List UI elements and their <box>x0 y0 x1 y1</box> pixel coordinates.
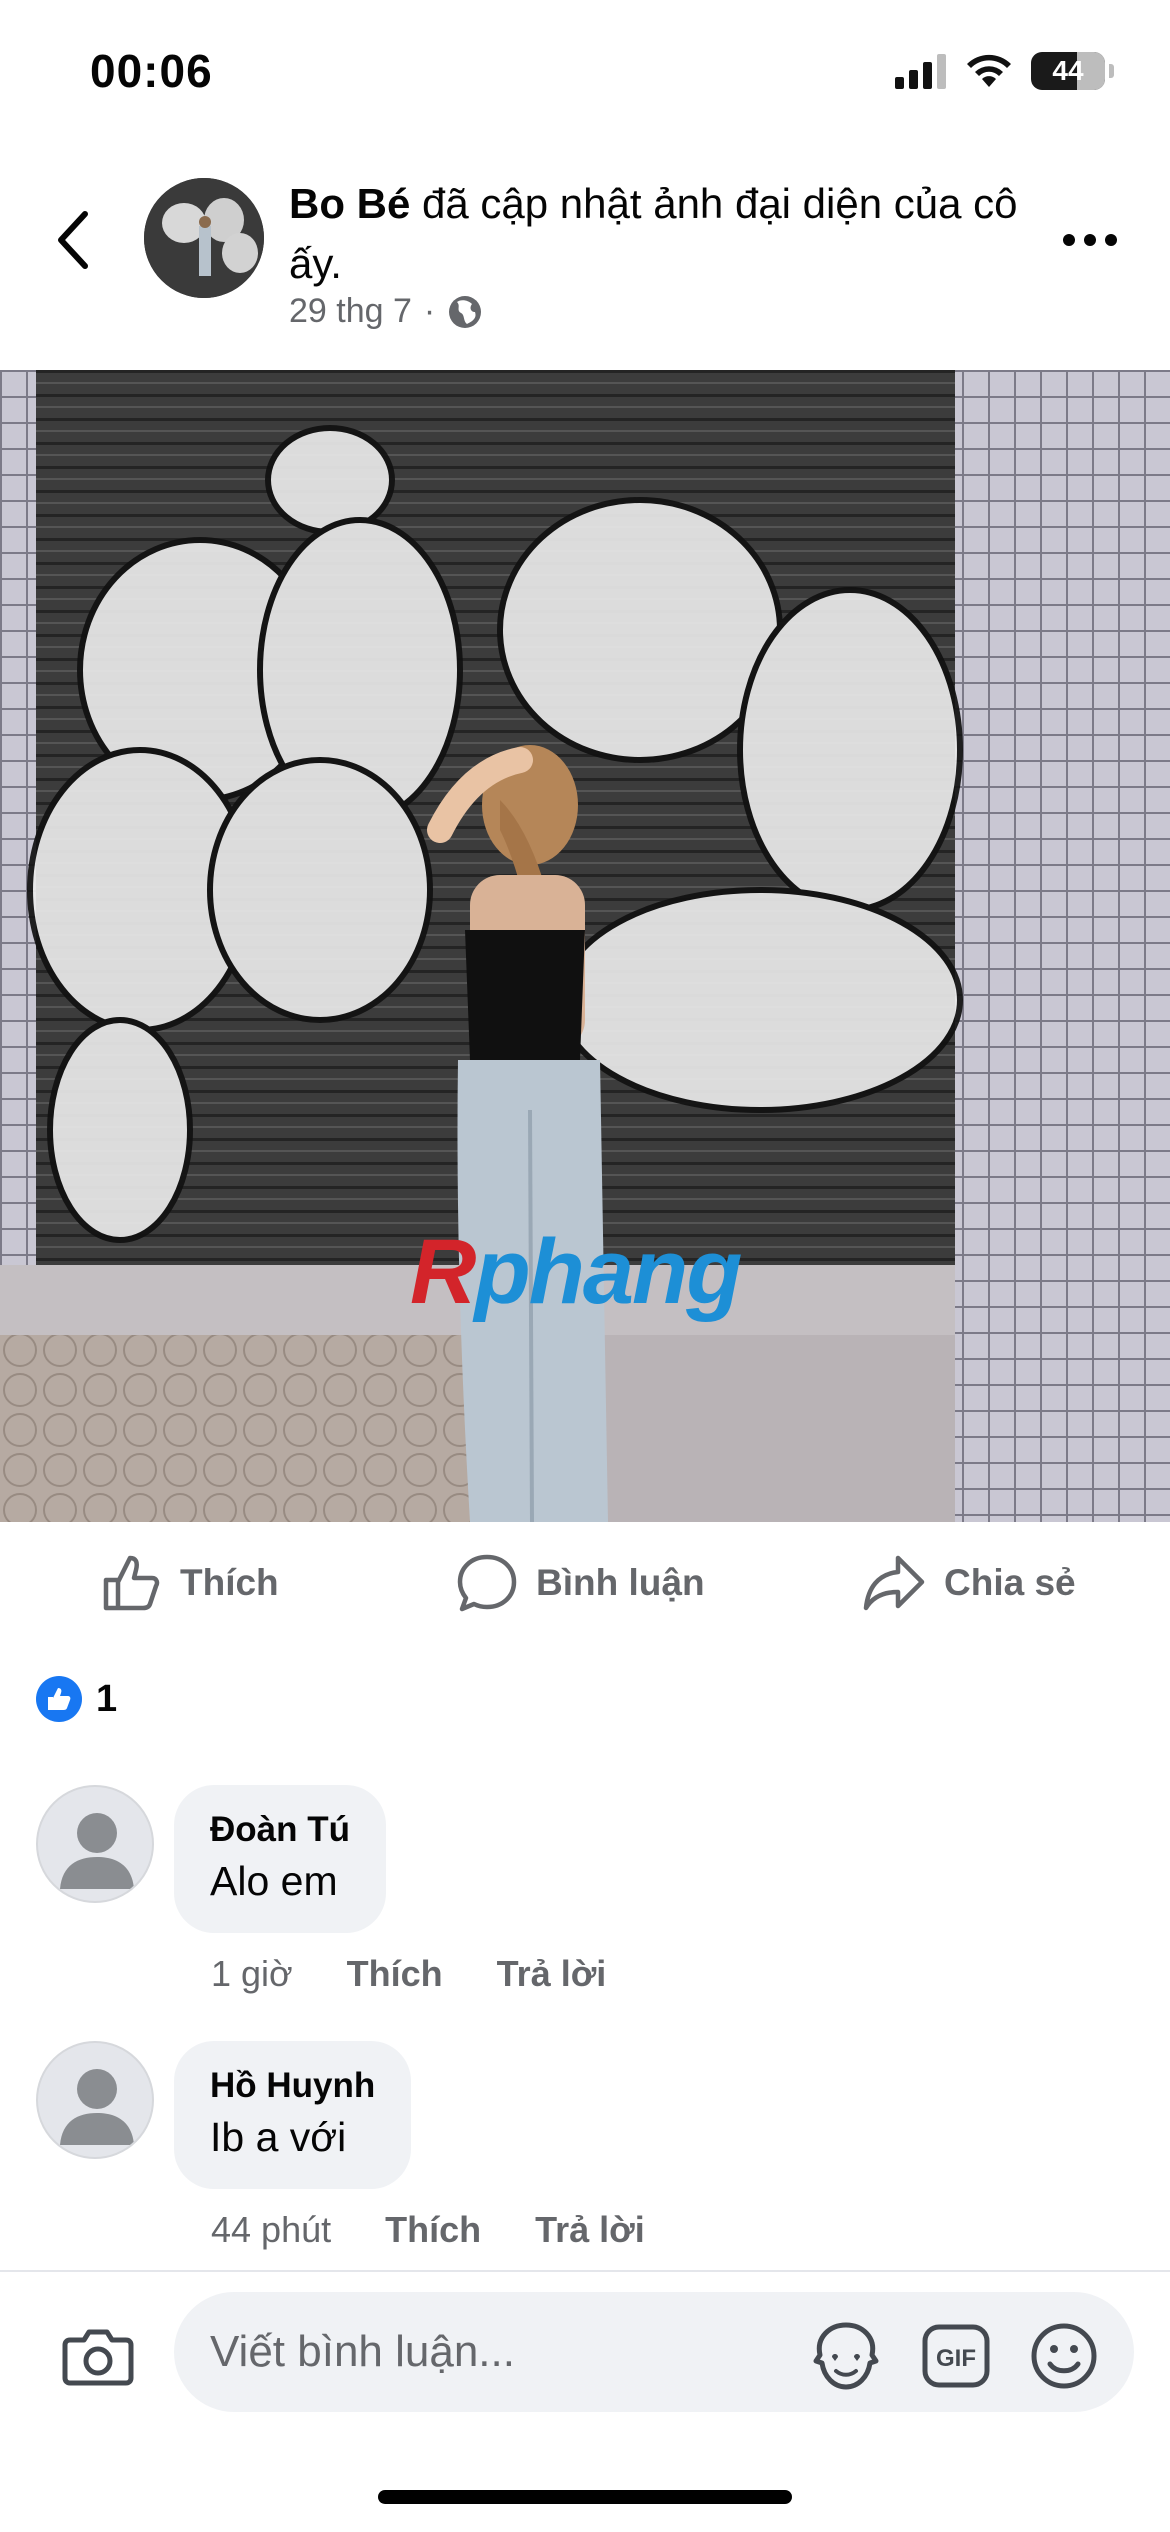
post-header: Bo Bé đã cập nhật ảnh đại diện của cô ấy… <box>0 160 1170 370</box>
comment-meta: 1 giờ Thích Trả lời <box>211 1953 606 1995</box>
action-bar: Thích Bình luận Chia sẻ <box>0 1522 1170 1642</box>
comment-time: 44 phút <box>211 2209 332 2250</box>
wifi-icon <box>967 54 1011 87</box>
battery-icon: 44 <box>1031 52 1105 90</box>
comment-text: Alo em <box>210 1858 338 1904</box>
share-arrow-icon <box>863 1555 925 1611</box>
camera-button[interactable] <box>60 2318 136 2394</box>
comment-reply-button[interactable]: Trả lời <box>497 1953 607 1995</box>
like-label: Thích <box>180 1562 279 1603</box>
status-icons: 44 <box>895 52 1114 90</box>
avatar-sticker-icon <box>813 2322 879 2390</box>
comment-bubble-icon <box>457 1554 517 1612</box>
commenter-avatar[interactable] <box>36 1785 154 1903</box>
like-icon <box>36 1676 82 1722</box>
comment-text: Ib a với <box>210 2114 347 2160</box>
comment-reply-button[interactable]: Trả lời <box>535 2209 645 2251</box>
comment-like-button[interactable]: Thích <box>385 2209 481 2251</box>
emoji-button[interactable] <box>1026 2318 1102 2394</box>
gif-button[interactable]: GIF <box>918 2318 994 2394</box>
globe-icon <box>449 295 482 328</box>
comment-bubble[interactable]: Hồ Huynh Ib a với <box>174 2041 412 2189</box>
status-time: 00:06 <box>90 45 213 97</box>
emoji-icon <box>1031 2323 1097 2389</box>
comment-button[interactable]: Bình luận <box>456 1552 705 1614</box>
avatar-sticker-button[interactable] <box>808 2318 884 2394</box>
commenter-avatar[interactable] <box>36 2041 154 2159</box>
author-avatar[interactable] <box>144 178 264 298</box>
comment-bubble[interactable]: Đoàn Tú Alo em <box>174 1785 386 1933</box>
post-title: Bo Bé đã cập nhật ảnh đại diện của cô ấy… <box>289 174 1049 294</box>
watermark: Rphang <box>410 1221 742 1323</box>
share-button[interactable]: Chia sẻ <box>862 1552 1076 1614</box>
comment-meta: 44 phút Thích Trả lời <box>211 2209 645 2251</box>
gif-icon: GIF <box>922 2324 990 2388</box>
chevron-left-icon <box>58 211 88 269</box>
comment-label: Bình luận <box>536 1562 705 1603</box>
commenter-name[interactable]: Đoàn Tú <box>210 1807 350 1853</box>
home-indicator[interactable] <box>378 2490 792 2504</box>
meta-separator: · <box>423 292 436 330</box>
more-dots-icon <box>1063 234 1075 246</box>
post-date[interactable]: 29 thg 7 <box>289 292 412 331</box>
post-photo[interactable]: Rphang <box>0 370 1170 1522</box>
battery-level: 44 <box>1052 55 1084 86</box>
reaction-summary[interactable]: 1 <box>36 1676 117 1722</box>
comment-like-button[interactable]: Thích <box>347 1953 443 1995</box>
comment-time: 1 giờ <box>211 1953 293 1994</box>
signal-icon <box>895 54 946 89</box>
reaction-count: 1 <box>96 1677 118 1720</box>
share-label: Chia sẻ <box>944 1562 1076 1603</box>
comment-composer: GIF <box>0 2270 1170 2460</box>
thumbs-up-icon <box>103 1555 160 1611</box>
status-bar: 00:06 44 <box>0 0 1170 140</box>
commenter-name[interactable]: Hồ Huynh <box>210 2063 375 2109</box>
like-button[interactable]: Thích <box>100 1552 279 1614</box>
post-meta: 29 thg 7 · <box>289 292 483 331</box>
more-options-button[interactable] <box>1050 220 1130 260</box>
svg-text:GIF: GIF <box>936 2345 976 2372</box>
author-name[interactable]: Bo Bé <box>289 180 410 227</box>
camera-icon <box>62 2329 134 2386</box>
back-button[interactable] <box>42 200 102 280</box>
